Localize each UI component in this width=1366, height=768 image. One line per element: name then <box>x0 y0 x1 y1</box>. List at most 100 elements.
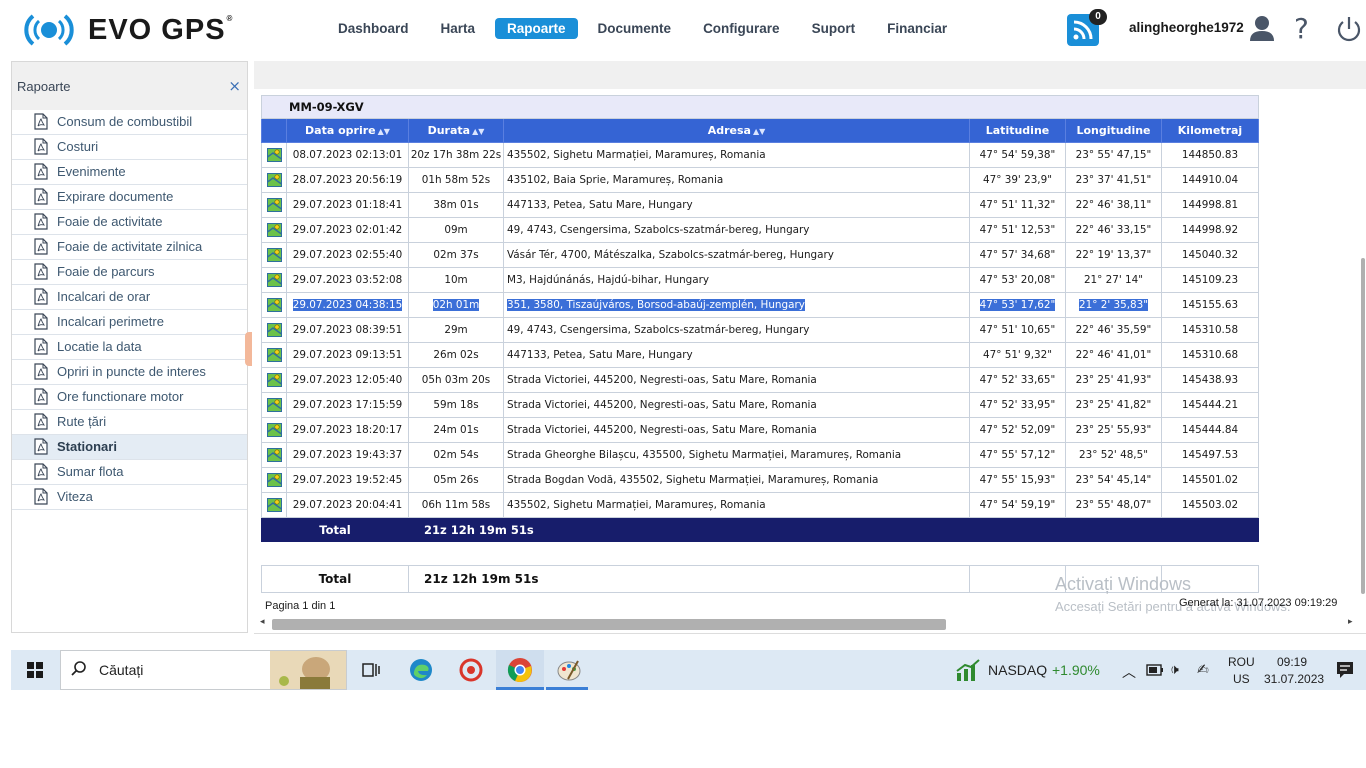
volume-icon[interactable]: 🕩 <box>1170 662 1179 678</box>
column-header-durata[interactable]: Durata ▲▼ <box>408 118 504 143</box>
sidebar-item-evenimente[interactable]: Evenimente <box>12 160 247 185</box>
sidebar-item-opriri-in-puncte-de-interes[interactable]: Opriri in puncte de interes <box>12 360 247 385</box>
vertical-scrollbar[interactable] <box>1361 258 1365 594</box>
table-row[interactable]: 29.07.2023 12:05:40 05h 03m 20s Strada Vic… <box>261 367 1259 393</box>
row-map-cell[interactable] <box>261 267 287 293</box>
map-icon[interactable] <box>266 348 282 362</box>
table-row[interactable]: 29.07.2023 04:38:15 02h 01m 351, 3580, Tis… <box>261 292 1259 318</box>
map-icon[interactable] <box>266 173 282 187</box>
row-map-cell[interactable] <box>261 142 287 168</box>
row-map-cell[interactable] <box>261 242 287 268</box>
column-header-data-oprire[interactable]: Data oprire ▲▼ <box>286 118 409 143</box>
row-map-cell[interactable] <box>261 292 287 318</box>
table-row[interactable]: 29.07.2023 02:55:40 02m 37s Vásár Tér, 470… <box>261 242 1259 268</box>
map-icon[interactable] <box>266 198 282 212</box>
map-icon[interactable] <box>266 448 282 462</box>
table-row[interactable]: 29.07.2023 08:39:51 29m 49, 4743, Csengers… <box>261 317 1259 343</box>
row-map-cell[interactable] <box>261 492 287 518</box>
sort-icon[interactable]: ▲▼ <box>753 127 765 136</box>
row-map-cell[interactable] <box>261 467 287 493</box>
table-row[interactable]: 29.07.2023 01:18:41 38m 01s 447133, Petea,… <box>261 192 1259 218</box>
sidebar-item-costuri[interactable]: Costuri <box>12 135 247 160</box>
close-icon[interactable]: × <box>228 77 241 95</box>
sidebar-item-rute-ri[interactable]: Rute țări <box>12 410 247 435</box>
table-row[interactable]: 29.07.2023 18:20:17 24m 01s Strada Victori… <box>261 417 1259 443</box>
chrome-icon[interactable] <box>507 657 533 683</box>
clock-time[interactable]: 09:19 <box>1277 655 1307 669</box>
paint-icon[interactable] <box>556 657 582 683</box>
sort-icon[interactable]: ▲▼ <box>378 127 390 136</box>
pen-icon[interactable]: ✍ <box>1197 662 1209 678</box>
table-row[interactable]: 29.07.2023 03:52:08 10m M3, Hajdúnánás, Ha… <box>261 267 1259 293</box>
sidebar-item-consum-de-combustibil[interactable]: Consum de combustibil <box>12 110 247 135</box>
nav-harta[interactable]: Harta <box>429 18 488 39</box>
edge-browser-icon[interactable] <box>408 657 434 683</box>
battery-icon[interactable] <box>1146 664 1164 680</box>
table-row[interactable]: 29.07.2023 20:04:41 06h 11m 58s 435502, Si… <box>261 492 1259 518</box>
table-row[interactable]: 29.07.2023 09:13:51 26m 02s 447133, Petea,… <box>261 342 1259 368</box>
map-icon[interactable] <box>266 498 282 512</box>
sidebar-collapse-handle[interactable] <box>245 332 252 366</box>
username[interactable]: alingheorghe1972 <box>1129 20 1244 35</box>
row-map-cell[interactable] <box>261 367 287 393</box>
row-map-cell[interactable] <box>261 392 287 418</box>
app-red-icon[interactable] <box>458 657 484 683</box>
scroll-right-icon[interactable]: ▸ <box>1348 617 1353 627</box>
horizontal-scrollbar[interactable] <box>272 619 946 630</box>
help-icon[interactable]: ? <box>1294 12 1309 45</box>
sort-icon[interactable]: ▲▼ <box>472 127 484 136</box>
row-map-cell[interactable] <box>261 342 287 368</box>
map-icon[interactable] <box>266 323 282 337</box>
nav-rapoarte[interactable]: Rapoarte <box>495 18 578 39</box>
nav-documente[interactable]: Documente <box>586 18 684 39</box>
nav-configurare[interactable]: Configurare <box>691 18 792 39</box>
map-icon[interactable] <box>266 423 282 437</box>
clock-date[interactable]: 31.07.2023 <box>1264 672 1324 686</box>
table-row[interactable]: 08.07.2023 02:13:01 20z 17h 38m 22s 435502… <box>261 142 1259 168</box>
sidebar-item-foaie-de-parcurs[interactable]: Foaie de parcurs <box>12 260 247 285</box>
keyboard-layout[interactable]: US <box>1233 672 1250 686</box>
evo-gps-logo[interactable]: EVO GPS® <box>24 10 233 50</box>
column-header-adresa[interactable]: Adresa ▲▼ <box>503 118 970 143</box>
user-icon[interactable] <box>1249 14 1275 46</box>
table-row[interactable]: 29.07.2023 02:01:42 09m 49, 4743, Csengers… <box>261 217 1259 243</box>
sidebar-item-incalcari-de-orar[interactable]: Incalcari de orar <box>12 285 247 310</box>
language-indicator[interactable]: ROU <box>1228 655 1255 669</box>
sidebar-item-sumar-flota[interactable]: Sumar flota <box>12 460 247 485</box>
nav-financiar[interactable]: Financiar <box>875 18 959 39</box>
row-map-cell[interactable] <box>261 417 287 443</box>
sidebar-item-expirare-documente[interactable]: Expirare documente <box>12 185 247 210</box>
sidebar-item-foaie-de-activitate-zilnica[interactable]: Foaie de activitate zilnica <box>12 235 247 260</box>
chevron-up-icon[interactable]: ︿ <box>1122 662 1136 682</box>
table-row[interactable]: 29.07.2023 19:52:45 05m 26s Strada Bogdan … <box>261 467 1259 493</box>
sidebar-item-foaie-de-activitate[interactable]: Foaie de activitate <box>12 210 247 235</box>
map-icon[interactable] <box>266 298 282 312</box>
nav-dashboard[interactable]: Dashboard <box>326 18 421 39</box>
table-row[interactable]: 29.07.2023 17:15:59 59m 18s Strada Victori… <box>261 392 1259 418</box>
map-icon[interactable] <box>266 273 282 287</box>
scroll-left-icon[interactable]: ◂ <box>260 617 265 627</box>
sidebar-item-ore-functionare-motor[interactable]: Ore functionare motor <box>12 385 247 410</box>
row-map-cell[interactable] <box>261 192 287 218</box>
row-map-cell[interactable] <box>261 442 287 468</box>
row-map-cell[interactable] <box>261 167 287 193</box>
row-map-cell[interactable] <box>261 317 287 343</box>
sidebar-item-locatie-la-data[interactable]: Locatie la data <box>12 335 247 360</box>
windows-start-icon[interactable] <box>27 662 43 682</box>
notification-center-icon[interactable] <box>1336 661 1354 683</box>
table-row[interactable]: 28.07.2023 20:56:19 01h 58m 52s 435102, Ba… <box>261 167 1259 193</box>
table-row[interactable]: 29.07.2023 19:43:37 02m 54s Strada Gheorgh… <box>261 442 1259 468</box>
map-icon[interactable] <box>266 148 282 162</box>
task-view-icon[interactable] <box>358 657 384 683</box>
map-icon[interactable] <box>266 398 282 412</box>
map-icon[interactable] <box>266 373 282 387</box>
nasdaq-label[interactable]: NASDAQ <box>988 662 1047 678</box>
sidebar-item-stationari[interactable]: Stationari <box>12 435 247 460</box>
sidebar-item-incalcari-perimetre[interactable]: Incalcari perimetre <box>12 310 247 335</box>
map-icon[interactable] <box>266 248 282 262</box>
map-icon[interactable] <box>266 223 282 237</box>
map-icon[interactable] <box>266 473 282 487</box>
power-icon[interactable] <box>1335 15 1363 47</box>
row-map-cell[interactable] <box>261 217 287 243</box>
sidebar-item-viteza[interactable]: Viteza <box>12 485 247 510</box>
